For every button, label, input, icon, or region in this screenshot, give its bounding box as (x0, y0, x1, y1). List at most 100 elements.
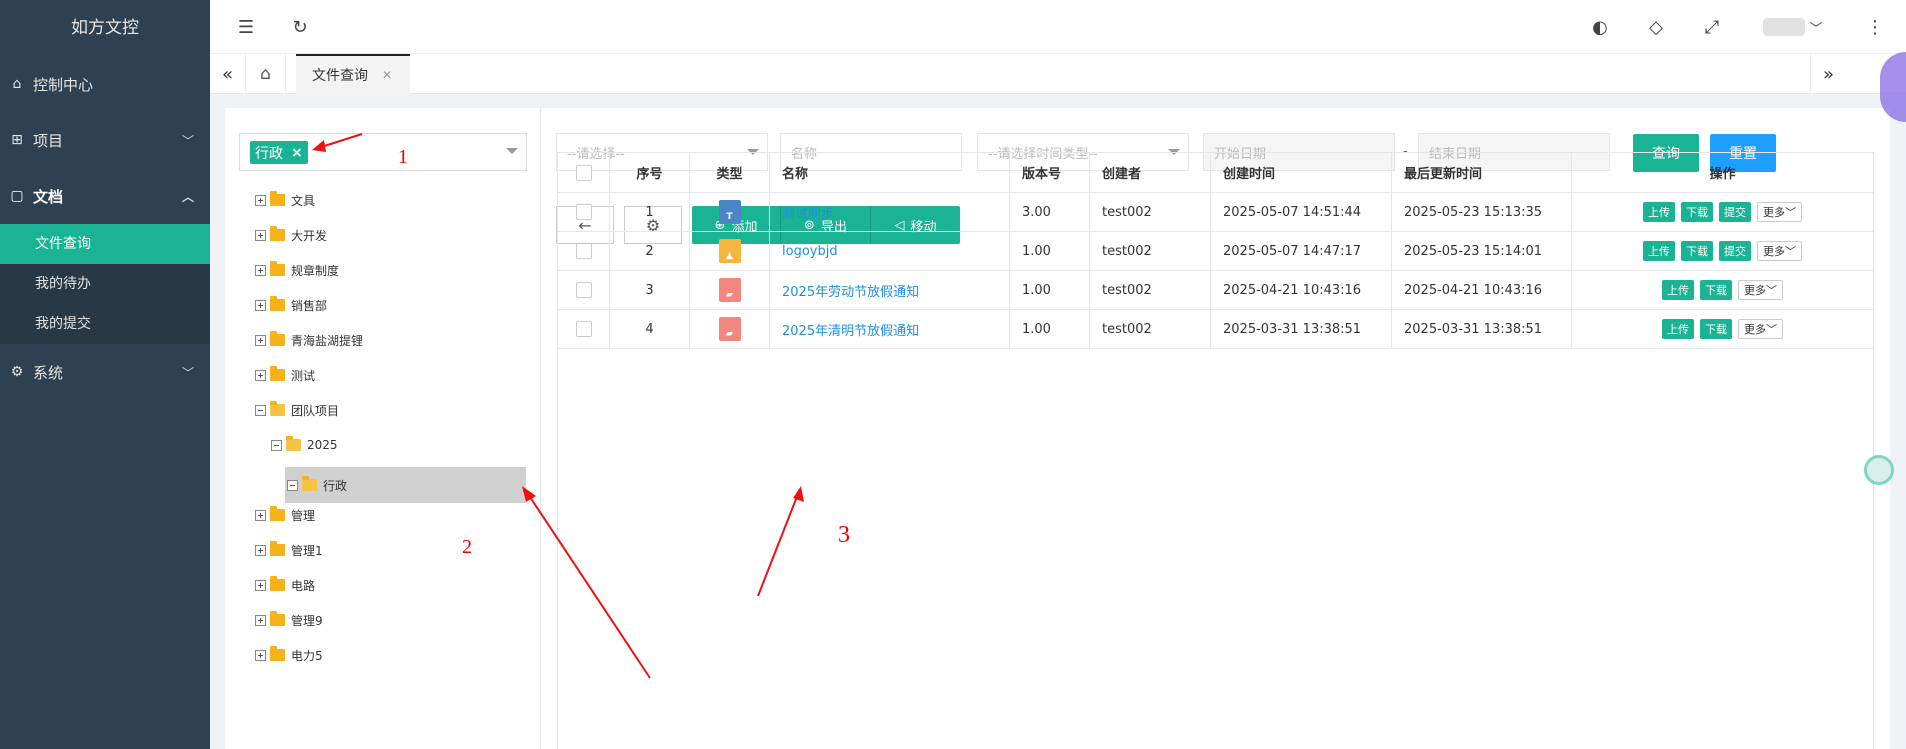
tree-node[interactable]: 2025 (271, 433, 338, 457)
download-button[interactable]: 下载 (1700, 319, 1732, 339)
tree-node[interactable]: 大开发 (255, 223, 327, 247)
cell-name[interactable]: 测试同步 (770, 193, 1010, 231)
tree-node-label: 青海盐湖提锂 (291, 333, 364, 348)
row-checkbox[interactable] (575, 204, 592, 220)
tab-file-query[interactable]: 文件查询 ✕ (296, 54, 410, 94)
row-select-cell[interactable] (558, 193, 610, 231)
folder-icon (270, 191, 285, 206)
tree-node[interactable]: 管理 (255, 503, 315, 527)
tree-node-label: 管理1 (291, 543, 323, 558)
cell-type: T (690, 193, 770, 231)
menu-project[interactable]: ⊞ 项目 ﹀ (0, 112, 210, 168)
cell-no: 2 (610, 232, 690, 270)
menu-system[interactable]: ⚙ 系统 ﹀ (0, 344, 210, 400)
home-tab-icon[interactable]: ⌂ (246, 54, 286, 94)
folder-open-icon (286, 436, 301, 451)
menu-document[interactable]: ▢ 文档 ︿ (0, 168, 210, 224)
select-all-checkbox[interactable] (575, 164, 592, 181)
expand-icon[interactable] (255, 194, 266, 206)
submenu-my-submissions[interactable]: 我的提交 (0, 304, 210, 344)
palette-icon[interactable]: ◐ (1590, 17, 1610, 38)
folder-select[interactable]: 行政 × (239, 133, 527, 171)
download-button[interactable]: 下载 (1700, 280, 1732, 300)
tree-node[interactable]: 青海盐湖提锂 (255, 328, 363, 352)
document-icon: ▢ (10, 188, 24, 204)
upload-button[interactable]: 上传 (1662, 280, 1694, 300)
upload-button[interactable]: 上传 (1643, 241, 1675, 261)
row-checkbox[interactable] (575, 243, 592, 259)
cell-creator: test002 (1090, 271, 1211, 309)
chevron-down-icon[interactable]: ﹀ (1806, 17, 1826, 37)
cell-name[interactable]: 2025年清明节放假通知 (770, 310, 1010, 348)
table-row[interactable]: 1 T 测试同步 3.00 test002 2025-05-07 14:51:4… (558, 193, 1874, 232)
more-dropdown[interactable]: 更多 ﹀ (1757, 241, 1802, 261)
cell-name[interactable]: 2025年劳动节放假通知 (770, 271, 1010, 309)
expand-icon[interactable] (255, 544, 266, 556)
tree-node[interactable]: 电路 (255, 573, 315, 597)
tree-node[interactable]: 文具 (255, 188, 315, 212)
collapse-icon[interactable] (271, 439, 282, 451)
tree-node[interactable]: 销售部 (255, 293, 327, 317)
tree-node[interactable]: 测试 (255, 363, 315, 387)
collapse-icon[interactable] (255, 404, 266, 416)
chat-bubble-icon[interactable] (1864, 455, 1894, 485)
scroll-right-icon[interactable]: » (1810, 54, 1846, 94)
cell-ops: 上传 下载 提交 更多 ﹀ (1572, 232, 1874, 270)
more-dropdown[interactable]: 更多 ﹀ (1757, 202, 1802, 222)
more-label: 更多 (1763, 206, 1785, 219)
expand-icon[interactable] (255, 579, 266, 591)
tree-node[interactable]: 规章制度 (255, 258, 339, 282)
submit-button[interactable]: 提交 (1719, 202, 1751, 222)
tree-node[interactable]: 电力5 (255, 643, 323, 667)
menu-control-center[interactable]: ⌂ 控制中心 (0, 56, 210, 112)
fullscreen-icon[interactable]: ⤢ (1702, 17, 1722, 38)
tree-node-selected[interactable]: 行政 (285, 467, 526, 503)
user-avatar[interactable] (1763, 18, 1805, 36)
expand-icon[interactable] (255, 229, 266, 241)
expand-icon[interactable] (255, 614, 266, 626)
close-icon[interactable]: ✕ (382, 68, 392, 82)
submenu-file-query[interactable]: 文件查询 (0, 224, 210, 264)
expand-icon[interactable] (255, 264, 266, 276)
chevron-down-icon: ﹀ (181, 133, 194, 148)
more-dropdown[interactable]: 更多 ﹀ (1738, 280, 1783, 300)
tree-node[interactable]: 团队项目 (255, 398, 339, 422)
more-dropdown[interactable]: 更多 ﹀ (1738, 319, 1783, 339)
expand-icon[interactable] (255, 299, 266, 311)
expand-icon[interactable] (255, 509, 266, 521)
collapse-menu-icon[interactable]: ☰ (236, 17, 256, 38)
row-select-cell[interactable] (558, 310, 610, 348)
row-checkbox[interactable] (575, 321, 592, 337)
cell-ops: 上传 下载 更多 ﹀ (1572, 271, 1874, 309)
file-name-link[interactable]: 2025年劳动节放假通知 (782, 281, 919, 300)
upload-button[interactable]: 上传 (1643, 202, 1675, 222)
expand-icon[interactable] (255, 649, 266, 661)
row-select-cell[interactable] (558, 271, 610, 309)
table-row[interactable]: 2 ▲ logoybjd 1.00 test002 2025-05-07 14:… (558, 232, 1874, 271)
expand-icon[interactable] (255, 334, 266, 346)
upload-button[interactable]: 上传 (1662, 319, 1694, 339)
cell-name[interactable]: logoybjd (770, 232, 1010, 270)
download-button[interactable]: 下载 (1681, 241, 1713, 261)
table-row[interactable]: 4 ▰ 2025年清明节放假通知 1.00 test002 2025-03-31… (558, 310, 1874, 349)
file-name-link[interactable]: logoybjd (782, 244, 838, 259)
tree-node[interactable]: 管理1 (255, 538, 323, 562)
collapse-icon[interactable] (287, 479, 298, 491)
submit-button[interactable]: 提交 (1719, 241, 1751, 261)
refresh-icon[interactable]: ↻ (290, 17, 310, 38)
close-icon[interactable]: × (291, 145, 303, 161)
tree-node[interactable]: 管理9 (255, 608, 323, 632)
expand-icon[interactable] (255, 369, 266, 381)
tag-icon[interactable]: ◇ (1646, 17, 1666, 38)
more-vertical-icon[interactable]: ⋮ (1865, 17, 1885, 38)
menu-label: 控制中心 (33, 75, 94, 94)
submenu-my-todo[interactable]: 我的待办 (0, 264, 210, 304)
scroll-left-icon[interactable]: « (210, 54, 246, 94)
select-all-cell[interactable] (558, 153, 610, 192)
file-name-link[interactable]: 测试同步 (782, 203, 834, 222)
table-row[interactable]: 3 ▰ 2025年劳动节放假通知 1.00 test002 2025-04-21… (558, 271, 1874, 310)
download-button[interactable]: 下载 (1681, 202, 1713, 222)
file-name-link[interactable]: 2025年清明节放假通知 (782, 320, 919, 339)
row-checkbox[interactable] (575, 282, 592, 298)
row-select-cell[interactable] (558, 232, 610, 270)
